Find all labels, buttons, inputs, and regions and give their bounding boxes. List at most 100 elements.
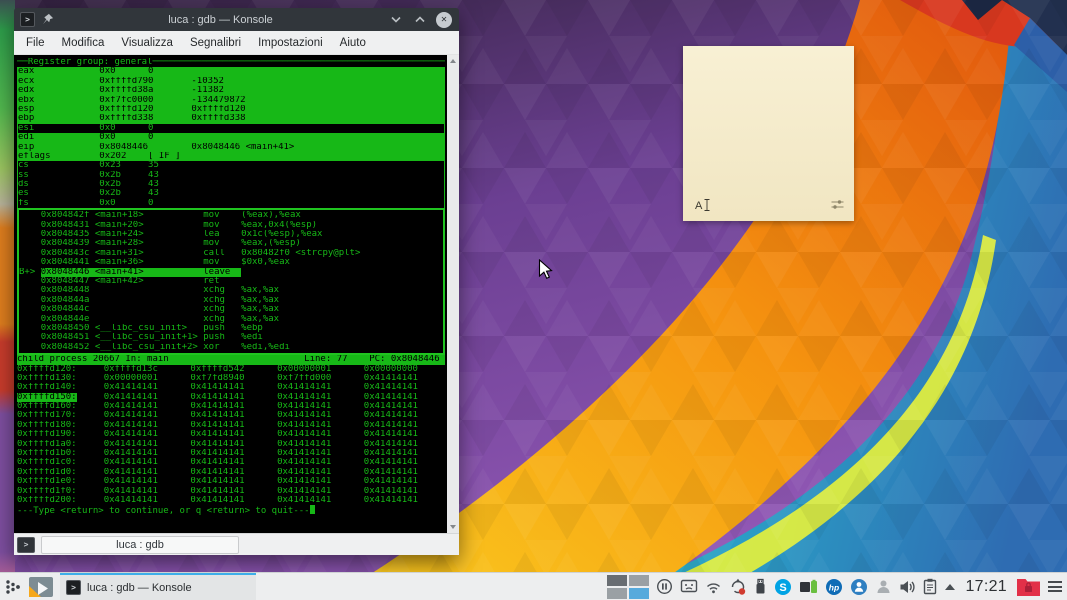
bluetooth-user-icon[interactable]	[850, 578, 868, 596]
register-row-ebp: ebp 0xffffd338 0xffffd338	[18, 114, 444, 123]
asm-instruction: 0x8048450 <__libc_csu_init> push	[41, 324, 241, 333]
memory-values: 0x41414141 0x41414141 0x41414141 0x41414…	[77, 430, 418, 439]
scroll-down-arrow-icon[interactable]	[450, 525, 456, 529]
virtual-desktop-pager[interactable]	[607, 575, 649, 599]
minimize-button[interactable]	[387, 11, 405, 29]
sticky-note-text[interactable]: A	[695, 198, 711, 212]
terminal-scrollbar[interactable]	[447, 55, 459, 533]
task-label: luca : gdb — Konsole	[87, 582, 192, 594]
memory-values: 0x41414141 0x41414141 0x41414141 0x41414…	[77, 477, 418, 486]
asm-row: 0x804842f <main+18> mov (%eax),%eax	[19, 211, 443, 220]
asm-marker	[19, 324, 41, 333]
register-row-eflags: eflags 0x202 [ IF ]	[18, 152, 444, 161]
desktop-4-active[interactable]	[629, 588, 649, 599]
skype-icon[interactable]: S	[774, 578, 792, 596]
memory-values: 0x41414141 0x41414141 0x41414141 0x41414…	[77, 393, 418, 402]
desktop-1[interactable]	[607, 575, 627, 586]
memory-row: 0xffffd150: 0x41414141 0x41414141 0x4141…	[17, 393, 445, 402]
memory-address: 0xffffd1a0:	[17, 440, 77, 449]
asm-row: 0x8048448 xchg %ax,%ax	[19, 286, 443, 295]
taskbar-task-konsole[interactable]: > luca : gdb — Konsole	[60, 573, 256, 600]
volume-icon[interactable]	[899, 579, 916, 595]
desktop-3[interactable]	[607, 588, 627, 599]
terminal[interactable]: ──Register group: general───────────────…	[14, 55, 459, 533]
memory-address: 0xffffd1f0:	[17, 487, 77, 496]
asm-row: B+> 0x8048446 <main+41> leave	[19, 268, 443, 277]
register-row-esi: esi 0x0 0	[18, 124, 444, 133]
memory-row: 0xffffd1c0: 0x41414141 0x41414141 0x4141…	[17, 458, 445, 467]
application-launcher-button[interactable]	[4, 578, 22, 596]
asm-row: 0x804843c <main+31> call 0x80482f0 <strc…	[19, 249, 443, 258]
tab-luca-gdb[interactable]: luca : gdb	[41, 536, 239, 554]
menu-item-segnalibri[interactable]: Segnalibri	[190, 37, 241, 49]
memory-row: 0xffffd120: 0xffffd13c 0xffffd542 0x0000…	[17, 365, 445, 374]
asm-instruction: 0x804844e xchg	[41, 315, 241, 324]
sticky-note[interactable]: A	[683, 46, 854, 221]
asm-operands: %ax,%ax	[241, 286, 279, 295]
asm-instruction: 0x8048446 <main+41> leave	[41, 268, 241, 277]
clipboard-icon[interactable]	[923, 578, 937, 595]
asm-instruction: 0x804843c <main+31> call	[41, 249, 241, 258]
pin-icon[interactable]	[41, 13, 54, 26]
register-row-fs: fs 0x0 0	[18, 199, 444, 208]
asm-instruction: 0x8048452 <__libc_csu_init+2> xor	[41, 343, 241, 352]
memory-values: 0x41414141 0x41414141 0x41414141 0x41414…	[77, 468, 418, 477]
asm-operands: 0x80482f0 <strcpy@plt>	[241, 249, 360, 258]
konsole-window: > luca : gdb — Konsole ✕ File Modifica Vis…	[14, 8, 459, 555]
asm-marker	[19, 258, 41, 267]
memory-values: 0x41414141 0x41414141 0x41414141 0x41414…	[77, 383, 418, 392]
asm-instruction: 0x8048441 <main+36> mov	[41, 258, 241, 267]
asm-instruction: 0x8048448 xchg	[41, 286, 241, 295]
terminal-area[interactable]: ──Register group: general───────────────…	[14, 55, 459, 533]
asm-marker	[19, 230, 41, 239]
memory-values: 0xffffd13c 0xffffd542 0x00000001 0x00000…	[77, 365, 418, 374]
display-icon[interactable]	[680, 579, 698, 595]
memory-address: 0xffffd200:	[17, 496, 77, 505]
new-tab-button[interactable]: >	[17, 537, 35, 553]
asm-row: 0x8048441 <main+36> mov $0x0,%eax	[19, 258, 443, 267]
register-row-ds: ds 0x2b 43	[18, 180, 444, 189]
asm-instruction: 0x804842f <main+18> mov	[41, 211, 241, 220]
maximize-button[interactable]	[411, 11, 429, 29]
asm-marker	[19, 333, 41, 342]
window-titlebar[interactable]: > luca : gdb — Konsole ✕	[14, 8, 459, 31]
menu-item-file[interactable]: File	[26, 37, 45, 49]
desktop-folder-icon[interactable]	[29, 577, 53, 597]
red-folder-icon[interactable]	[1016, 576, 1041, 597]
hp-device-icon[interactable]: hp	[825, 578, 843, 596]
asm-marker	[19, 286, 41, 295]
note-settings-icon[interactable]	[831, 199, 844, 210]
asm-operands: %ax,%ax	[241, 315, 279, 324]
register-row-es: es 0x2b 43	[18, 189, 444, 198]
scroll-up-arrow-icon[interactable]	[450, 59, 456, 63]
asm-operands: %ax,%ax	[241, 305, 279, 314]
close-button[interactable]: ✕	[435, 11, 453, 29]
gdb-status-line: child process 20667 In: main Line: 77 PC…	[17, 355, 445, 364]
register-row-esp: esp 0xffffd120 0xffffd120	[18, 105, 444, 114]
expand-tray-icon[interactable]	[944, 583, 956, 591]
software-updates-icon[interactable]	[729, 578, 747, 596]
clock[interactable]: 17:21	[963, 578, 1009, 596]
wifi-icon[interactable]	[705, 580, 722, 594]
removable-device-icon[interactable]	[754, 578, 767, 595]
menu-item-impostazioni[interactable]: Impostazioni	[258, 37, 323, 49]
asm-marker	[19, 305, 41, 314]
asm-instruction: 0x804844a xchg	[41, 296, 241, 305]
close-icon: ✕	[436, 12, 452, 28]
desktop-2[interactable]	[629, 575, 649, 586]
panel-menu-icon[interactable]	[1048, 581, 1062, 592]
desktop: { "window": { "title": "luca : gdb — Kon…	[0, 0, 1067, 600]
asm-row: 0x8048431 <main+20> mov %eax,0x4(%esp)	[19, 221, 443, 230]
svg-text:S: S	[780, 582, 787, 594]
menu-item-modifica[interactable]: Modifica	[62, 37, 105, 49]
register-row-edi: edi 0x0 0	[18, 133, 444, 142]
menu-item-aiuto[interactable]: Aiuto	[340, 37, 366, 49]
memory-address: 0xffffd180:	[17, 421, 77, 430]
user-status-icon[interactable]	[875, 578, 892, 595]
media-pause-icon[interactable]	[656, 578, 673, 595]
memory-values: 0x41414141 0x41414141 0x41414141 0x41414…	[77, 487, 418, 496]
asm-instruction: 0x8048435 <main+24> lea	[41, 230, 241, 239]
battery-icon[interactable]	[799, 579, 818, 595]
menu-item-visualizza[interactable]: Visualizza	[121, 37, 173, 49]
asm-operands: %eax,(%esp)	[241, 239, 301, 248]
